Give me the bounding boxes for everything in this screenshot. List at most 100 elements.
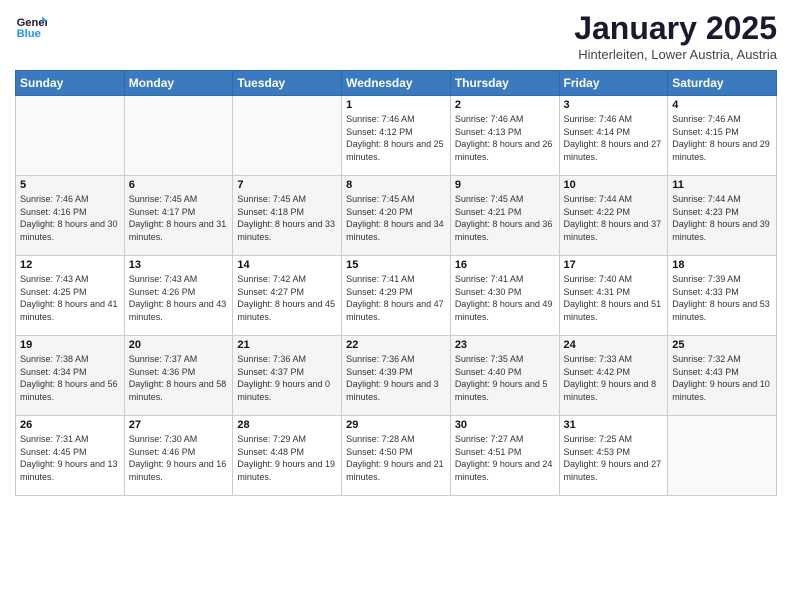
cell-info: Sunrise: 7:39 AM Sunset: 4:33 PM Dayligh… [672, 273, 772, 323]
calendar-cell: 14 Sunrise: 7:42 AM Sunset: 4:27 PM Dayli… [233, 256, 342, 336]
day-number: 31 [564, 419, 664, 431]
week-row-4: 19 Sunrise: 7:38 AM Sunset: 4:34 PM Dayli… [16, 336, 777, 416]
calendar-cell [233, 96, 342, 176]
calendar-cell: 8 Sunrise: 7:45 AM Sunset: 4:20 PM Daylig… [342, 176, 451, 256]
calendar-cell: 20Sunrise: 7:37 AM Sunset: 4:36 PM Dayli… [124, 336, 233, 416]
calendar-cell: 26Sunrise: 7:31 AM Sunset: 4:45 PM Dayli… [16, 416, 125, 496]
calendar-cell: 18 Sunrise: 7:39 AM Sunset: 4:33 PM Dayli… [668, 256, 777, 336]
calendar-cell: 2 Sunrise: 7:46 AM Sunset: 4:13 PM Daylig… [450, 96, 559, 176]
cell-info: Sunrise: 7:46 AM Sunset: 4:15 PM Dayligh… [672, 113, 772, 163]
day-number: 17 [564, 259, 664, 271]
cell-info: Sunrise: 7:43 AM Sunset: 4:25 PM Dayligh… [20, 273, 120, 323]
calendar-cell: 17 Sunrise: 7:40 AM Sunset: 4:31 PM Dayli… [559, 256, 668, 336]
day-number: 25 [672, 339, 772, 351]
cell-info: Sunrise: 7:36 AM Sunset: 4:39 PM Dayligh… [346, 353, 446, 403]
cell-info: Sunrise: 7:41 AM Sunset: 4:29 PM Dayligh… [346, 273, 446, 323]
calendar-cell: 31 Sunrise: 7:25 AM Sunset: 4:53 PM Dayli… [559, 416, 668, 496]
cell-info: Sunrise: 7:25 AM Sunset: 4:53 PM Dayligh… [564, 433, 664, 483]
calendar-cell: 23Sunrise: 7:35 AM Sunset: 4:40 PM Dayli… [450, 336, 559, 416]
calendar-cell: 10 Sunrise: 7:44 AM Sunset: 4:22 PM Dayli… [559, 176, 668, 256]
cell-info: Sunrise: 7:35 AM Sunset: 4:40 PM Dayligh… [455, 353, 555, 403]
calendar-cell: 29Sunrise: 7:28 AM Sunset: 4:50 PM Dayli… [342, 416, 451, 496]
day-number: 1 [346, 99, 446, 111]
weekday-header-saturday: Saturday [668, 71, 777, 96]
cell-info: Sunrise: 7:45 AM Sunset: 4:21 PM Dayligh… [455, 193, 555, 243]
day-number: 30 [455, 419, 555, 431]
calendar-cell: 11 Sunrise: 7:44 AM Sunset: 4:23 PM Dayli… [668, 176, 777, 256]
cell-info: Sunrise: 7:40 AM Sunset: 4:31 PM Dayligh… [564, 273, 664, 323]
day-number: 18 [672, 259, 772, 271]
day-number: 26 [20, 419, 120, 431]
day-number: 22 [346, 339, 446, 351]
day-number: 14 [237, 259, 337, 271]
cell-info: Sunrise: 7:46 AM Sunset: 4:16 PM Dayligh… [20, 193, 120, 243]
week-row-2: 5Sunrise: 7:46 AM Sunset: 4:16 PM Daylig… [16, 176, 777, 256]
calendar-cell: 30 Sunrise: 7:27 AM Sunset: 4:51 PM Dayli… [450, 416, 559, 496]
calendar-cell: 1 Sunrise: 7:46 AM Sunset: 4:12 PM Daylig… [342, 96, 451, 176]
day-number: 13 [129, 259, 229, 271]
cell-info: Sunrise: 7:43 AM Sunset: 4:26 PM Dayligh… [129, 273, 229, 323]
title-block: January 2025 Hinterleiten, Lower Austria… [574, 10, 777, 62]
calendar-cell: 25 Sunrise: 7:32 AM Sunset: 4:43 PM Dayli… [668, 336, 777, 416]
day-number: 8 [346, 179, 446, 191]
week-row-1: 1 Sunrise: 7:46 AM Sunset: 4:12 PM Daylig… [16, 96, 777, 176]
weekday-header-wednesday: Wednesday [342, 71, 451, 96]
calendar-cell [124, 96, 233, 176]
calendar-cell: 12 Sunrise: 7:43 AM Sunset: 4:25 PM Dayli… [16, 256, 125, 336]
calendar-cell: 22 Sunrise: 7:36 AM Sunset: 4:39 PM Dayli… [342, 336, 451, 416]
day-number: 12 [20, 259, 120, 271]
calendar-cell: 27Sunrise: 7:30 AM Sunset: 4:46 PM Dayli… [124, 416, 233, 496]
day-number: 29 [346, 419, 446, 431]
calendar-cell: 28Sunrise: 7:29 AM Sunset: 4:48 PM Dayli… [233, 416, 342, 496]
calendar-cell: 24 Sunrise: 7:33 AM Sunset: 4:42 PM Dayli… [559, 336, 668, 416]
day-number: 27 [129, 419, 229, 431]
calendar-cell [16, 96, 125, 176]
cell-info: Sunrise: 7:45 AM Sunset: 4:20 PM Dayligh… [346, 193, 446, 243]
logo-icon: General Blue [15, 10, 47, 42]
day-number: 7 [237, 179, 337, 191]
weekday-header-monday: Monday [124, 71, 233, 96]
cell-info: Sunrise: 7:46 AM Sunset: 4:14 PM Dayligh… [564, 113, 664, 163]
cell-info: Sunrise: 7:33 AM Sunset: 4:42 PM Dayligh… [564, 353, 664, 403]
day-number: 9 [455, 179, 555, 191]
day-number: 21 [237, 339, 337, 351]
cell-info: Sunrise: 7:27 AM Sunset: 4:51 PM Dayligh… [455, 433, 555, 483]
svg-text:Blue: Blue [17, 28, 41, 40]
cell-info: Sunrise: 7:38 AM Sunset: 4:34 PM Dayligh… [20, 353, 120, 403]
calendar-cell [668, 416, 777, 496]
cell-info: Sunrise: 7:36 AM Sunset: 4:37 PM Dayligh… [237, 353, 337, 403]
day-number: 15 [346, 259, 446, 271]
day-number: 2 [455, 99, 555, 111]
week-row-3: 12 Sunrise: 7:43 AM Sunset: 4:25 PM Dayli… [16, 256, 777, 336]
calendar-cell: 4 Sunrise: 7:46 AM Sunset: 4:15 PM Daylig… [668, 96, 777, 176]
logo: General Blue [15, 10, 47, 42]
calendar-cell: 19 Sunrise: 7:38 AM Sunset: 4:34 PM Dayli… [16, 336, 125, 416]
cell-info: Sunrise: 7:44 AM Sunset: 4:22 PM Dayligh… [564, 193, 664, 243]
cell-info: Sunrise: 7:44 AM Sunset: 4:23 PM Dayligh… [672, 193, 772, 243]
weekday-header-friday: Friday [559, 71, 668, 96]
weekday-header-sunday: Sunday [16, 71, 125, 96]
calendar-cell: 9 Sunrise: 7:45 AM Sunset: 4:21 PM Daylig… [450, 176, 559, 256]
location: Hinterleiten, Lower Austria, Austria [574, 47, 777, 62]
calendar-table: SundayMondayTuesdayWednesdayThursdayFrid… [15, 70, 777, 496]
day-number: 28 [237, 419, 337, 431]
cell-info: Sunrise: 7:42 AM Sunset: 4:27 PM Dayligh… [237, 273, 337, 323]
day-number: 24 [564, 339, 664, 351]
month-title: January 2025 [574, 10, 777, 47]
day-number: 4 [672, 99, 772, 111]
cell-info: Sunrise: 7:46 AM Sunset: 4:13 PM Dayligh… [455, 113, 555, 163]
calendar-cell: 15 Sunrise: 7:41 AM Sunset: 4:29 PM Dayli… [342, 256, 451, 336]
day-number: 19 [20, 339, 120, 351]
calendar-cell: 13 Sunrise: 7:43 AM Sunset: 4:26 PM Dayli… [124, 256, 233, 336]
cell-info: Sunrise: 7:32 AM Sunset: 4:43 PM Dayligh… [672, 353, 772, 403]
cell-info: Sunrise: 7:45 AM Sunset: 4:18 PM Dayligh… [237, 193, 337, 243]
cell-info: Sunrise: 7:41 AM Sunset: 4:30 PM Dayligh… [455, 273, 555, 323]
day-number: 11 [672, 179, 772, 191]
cell-info: Sunrise: 7:46 AM Sunset: 4:12 PM Dayligh… [346, 113, 446, 163]
day-number: 10 [564, 179, 664, 191]
weekday-header-tuesday: Tuesday [233, 71, 342, 96]
day-number: 6 [129, 179, 229, 191]
calendar-cell: 6Sunrise: 7:45 AM Sunset: 4:17 PM Daylig… [124, 176, 233, 256]
day-number: 16 [455, 259, 555, 271]
calendar-cell: 21 Sunrise: 7:36 AM Sunset: 4:37 PM Dayli… [233, 336, 342, 416]
